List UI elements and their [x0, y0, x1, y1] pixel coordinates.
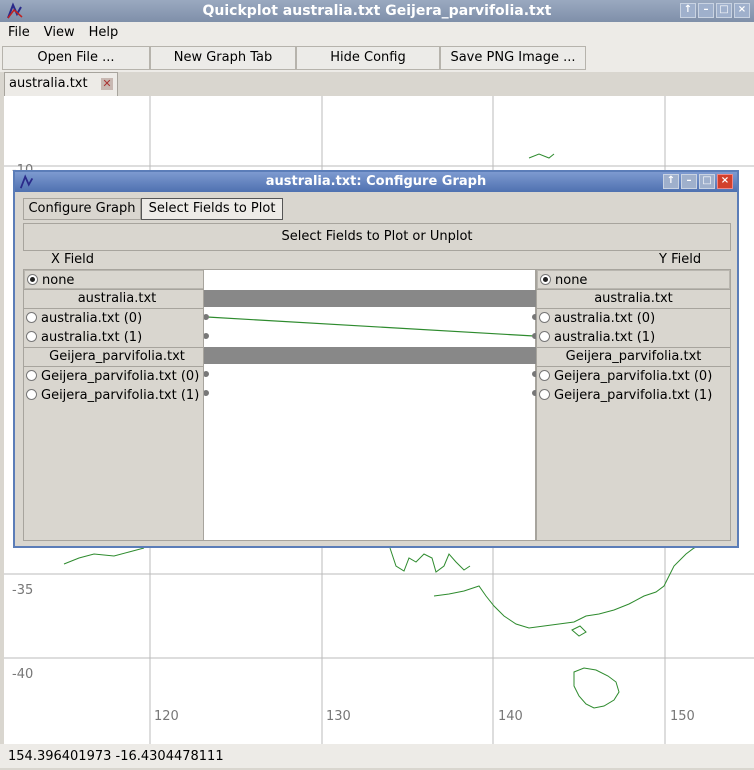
dialog-title: australia.txt: Configure Graph: [265, 174, 487, 189]
y-field-geijera-0[interactable]: Geijera_parvifolia.txt (0): [537, 367, 730, 386]
menu-view[interactable]: View: [38, 22, 81, 44]
dialog-raise-icon[interactable]: ↑: [663, 174, 679, 189]
open-file-button[interactable]: Open File ...: [2, 46, 150, 70]
x-group-australia: australia.txt: [24, 289, 210, 309]
status-bar: 154.396401973 -16.4304478111: [0, 744, 754, 768]
y-tick-minus-40: -40: [12, 667, 33, 682]
minimize-icon[interactable]: –: [698, 3, 714, 18]
group-bar-geijera: [204, 347, 537, 364]
new-graph-tab-button[interactable]: New Graph Tab: [150, 46, 296, 70]
y-tick-minus-35: -35: [12, 583, 33, 598]
field-connections: [204, 290, 537, 396]
x-tick-140: 140: [498, 709, 523, 724]
x-field-label: X Field: [51, 252, 95, 267]
window-titlebar: Quickplot australia.txt Geijera_parvifol…: [0, 0, 754, 22]
tab-label: australia.txt: [9, 76, 88, 91]
quickplot-logo-icon: [7, 2, 23, 19]
plot-connection-line: [206, 316, 535, 337]
tab-select-fields[interactable]: Select Fields to Plot: [141, 198, 283, 220]
raise-icon[interactable]: ↑: [680, 3, 696, 18]
hide-config-button[interactable]: Hide Config: [296, 46, 440, 70]
radio-icon: [26, 389, 37, 400]
tab-configure-graph[interactable]: Configure Graph: [23, 198, 141, 220]
graph-tab-bar: australia.txt ✕: [0, 72, 754, 96]
configure-graph-dialog: australia.txt: Configure Graph ↑ – □ × C…: [13, 170, 739, 548]
window-title: Quickplot australia.txt Geijera_parvifol…: [202, 3, 552, 19]
x-port-geijera-0: [204, 371, 209, 377]
dialog-close-icon[interactable]: ×: [717, 174, 733, 189]
y-field-australia-1[interactable]: australia.txt (1): [537, 328, 730, 347]
menu-bar: File View Help: [0, 22, 754, 44]
y-field-label: Y Field: [659, 252, 702, 267]
menu-help[interactable]: Help: [83, 22, 125, 44]
toolbar: Open File ... New Graph Tab Hide Config …: [0, 44, 754, 72]
quickplot-logo-icon: [19, 174, 34, 189]
radio-icon: [539, 389, 550, 400]
radio-icon: [539, 312, 550, 323]
dialog-titlebar: australia.txt: Configure Graph ↑ – □ ×: [15, 172, 737, 192]
x-field-geijera-1[interactable]: Geijera_parvifolia.txt (1): [24, 386, 210, 405]
close-tab-icon[interactable]: ✕: [101, 78, 113, 90]
x-field-australia-1[interactable]: australia.txt (1): [24, 328, 210, 347]
group-bar-australia: [204, 290, 537, 307]
y-field-none[interactable]: none: [537, 270, 730, 289]
tab-australia[interactable]: australia.txt ✕: [4, 72, 118, 96]
y-field-geijera-1[interactable]: Geijera_parvifolia.txt (1): [537, 386, 730, 405]
radio-icon: [26, 312, 37, 323]
cursor-coordinates: 154.396401973 -16.4304478111: [8, 749, 224, 764]
x-field-list: none australia.txt australia.txt (0) aus…: [23, 269, 211, 541]
y-field-australia-0[interactable]: australia.txt (0): [537, 309, 730, 328]
radio-icon: [539, 331, 550, 342]
x-port-australia-0: [204, 314, 209, 320]
radio-icon: [26, 331, 37, 342]
field-connection-area[interactable]: [203, 269, 537, 541]
x-port-australia-1: [204, 333, 209, 339]
x-tick-150: 150: [670, 709, 695, 724]
save-png-button[interactable]: Save PNG Image ...: [440, 46, 586, 70]
radio-icon: [26, 370, 37, 381]
y-field-list: none australia.txt australia.txt (0) aus…: [536, 269, 731, 541]
radio-icon: [539, 370, 550, 381]
x-field-geijera-0[interactable]: Geijera_parvifolia.txt (0): [24, 367, 210, 386]
radio-selected-icon: [27, 274, 38, 285]
menu-file[interactable]: File: [2, 22, 36, 44]
y-group-geijera: Geijera_parvifolia.txt: [537, 347, 730, 367]
x-tick-130: 130: [326, 709, 351, 724]
x-field-australia-0[interactable]: australia.txt (0): [24, 309, 210, 328]
x-port-geijera-1: [204, 390, 209, 396]
radio-selected-icon: [540, 274, 551, 285]
dialog-maximize-icon[interactable]: □: [699, 174, 715, 189]
x-group-geijera: Geijera_parvifolia.txt: [24, 347, 210, 367]
select-fields-heading: Select Fields to Plot or Unplot: [23, 223, 731, 251]
dialog-minimize-icon[interactable]: –: [681, 174, 697, 189]
x-tick-120: 120: [154, 709, 179, 724]
close-icon[interactable]: ×: [734, 3, 750, 18]
x-field-none[interactable]: none: [24, 270, 210, 289]
y-group-australia: australia.txt: [537, 289, 730, 309]
maximize-icon[interactable]: □: [716, 3, 732, 18]
